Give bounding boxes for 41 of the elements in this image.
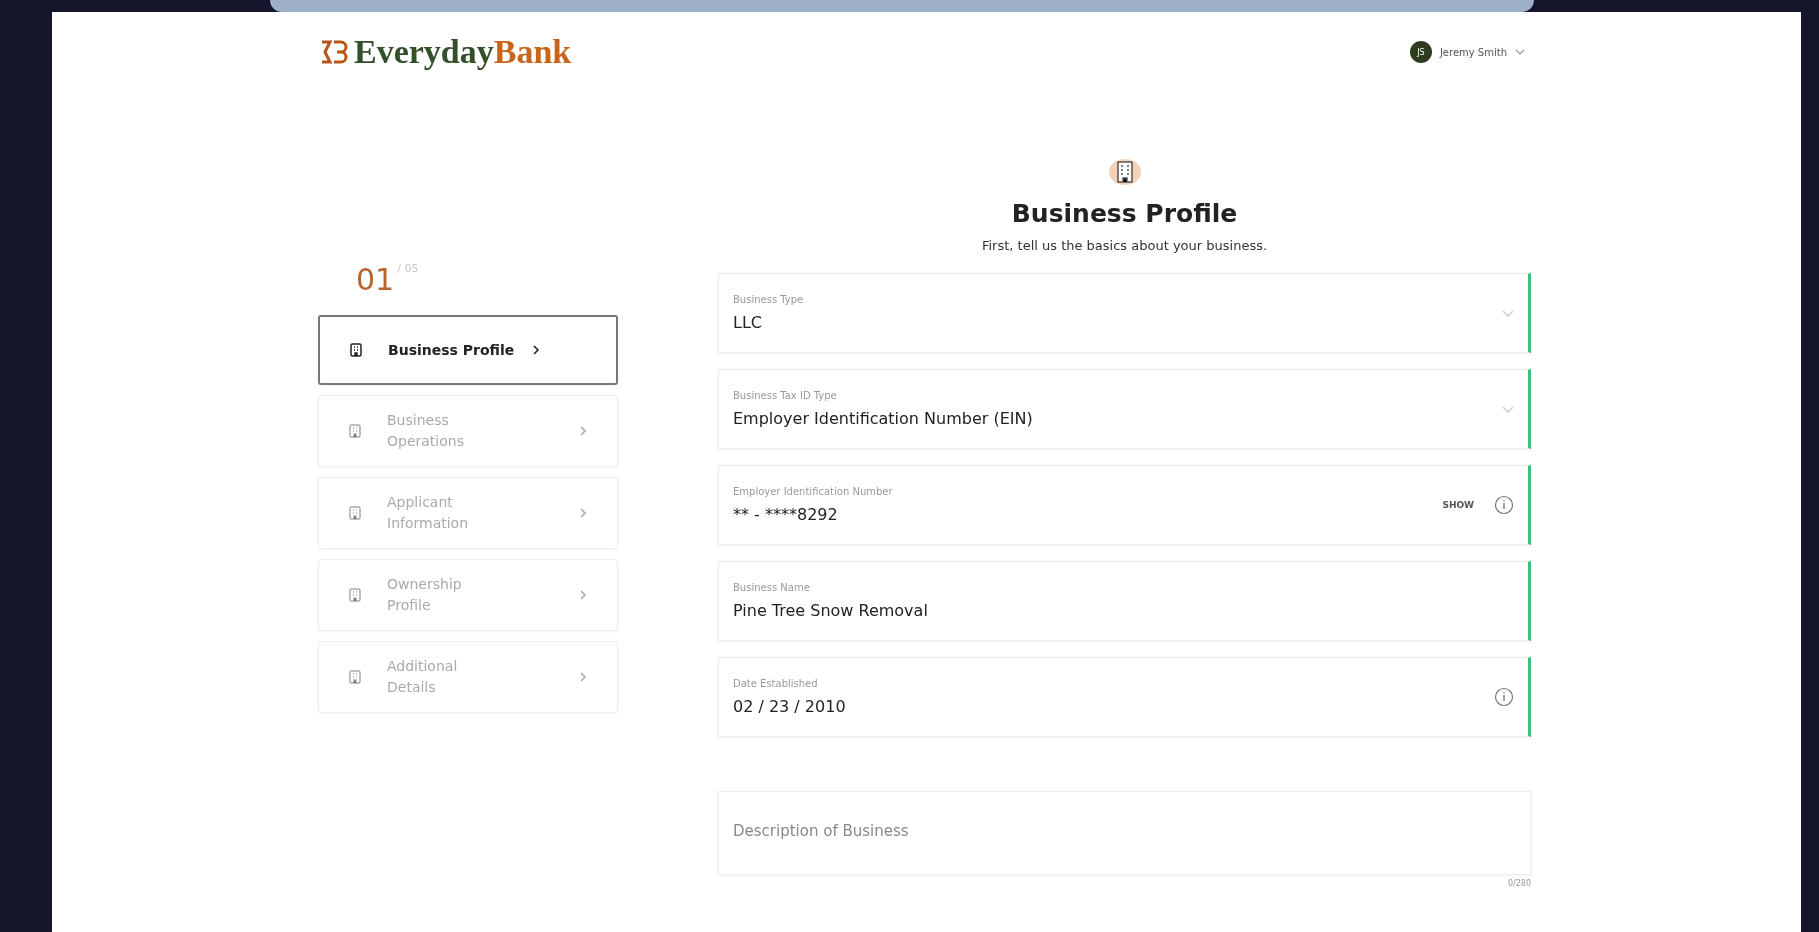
field-value: Pine Tree Snow Removal (733, 601, 928, 620)
input-field[interactable]: Date Established 02 / 23 / 2010 (718, 657, 1531, 737)
show-button[interactable]: SHOW (1436, 499, 1480, 511)
input-field[interactable]: Business Name Pine Tree Snow Removal (718, 561, 1531, 641)
chevron-right-icon (579, 589, 587, 601)
field-value: 02 / 23 / 2010 (733, 697, 846, 716)
building-icon (347, 423, 363, 439)
field-label: Date Established (733, 678, 818, 689)
field-label: Employer Identification Number (733, 486, 893, 497)
character-counter: 0/280 (1507, 879, 1531, 888)
building-icon (347, 587, 363, 603)
avatar: JS (1409, 41, 1432, 63)
building-icon (347, 505, 363, 521)
user-menu[interactable]: JS Jeremy Smith (1403, 40, 1531, 64)
form-title: Business Profile (1011, 199, 1238, 228)
chevron-right-icon (579, 425, 587, 437)
building-icon (347, 669, 363, 685)
chevron-down-icon (1502, 309, 1514, 317)
form-subtitle: First, tell us the basics about your business. (981, 238, 1268, 253)
info-icon[interactable] (1494, 687, 1514, 707)
chevron-down-icon (1502, 405, 1514, 413)
field-value: LLC (733, 313, 762, 332)
step-item[interactable]: Business Profile (318, 315, 618, 385)
select-field[interactable]: Business Tax ID Type Employer Identification Number (EIN) (718, 369, 1531, 449)
brand-name: EverydayBank (354, 33, 572, 71)
chevron-right-icon (579, 671, 587, 683)
building-icon (348, 342, 364, 358)
field-label: Business Name (733, 582, 810, 593)
chevron-right-icon (532, 344, 540, 356)
select-field[interactable]: Business Type LLC (718, 273, 1531, 353)
chevron-right-icon (579, 507, 587, 519)
chevron-down-icon (1515, 49, 1525, 55)
step-number: 01 (356, 262, 395, 297)
field-label: Business Tax ID Type (733, 390, 837, 401)
field-value: Employer Identification Number (EIN) (733, 409, 1033, 428)
field-label: Business Type (733, 294, 804, 305)
info-icon[interactable] (1494, 495, 1514, 515)
field-value: ** - ****8292 (733, 505, 838, 524)
input-field[interactable]: Employer Identification Number ** - ****8292 SHOW (718, 465, 1531, 545)
description-field[interactable]: Description of Business (718, 791, 1531, 875)
building-icon (1107, 157, 1142, 187)
